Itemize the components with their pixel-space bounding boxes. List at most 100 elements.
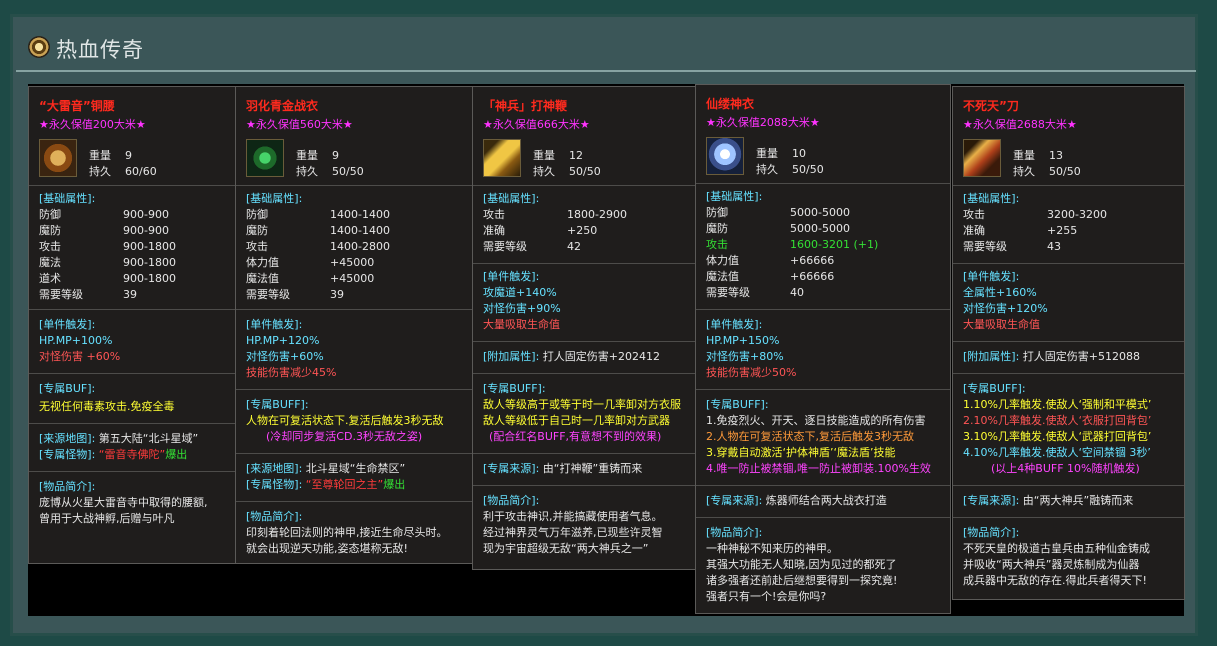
trigger-line: 对怪伤害 +60%: [39, 350, 121, 363]
exclusive-title: [专属BUF]:: [39, 382, 96, 395]
trigger-line: 对怪伤害+90%: [483, 302, 561, 315]
attr-name: 防御: [246, 208, 268, 221]
exclusive-line: 4.唯一防止被禁锢,唯一防止被卸装.100%生效: [706, 462, 931, 475]
item-card-3[interactable]: 「神兵」打神鞭 ★永久保值666大米★ 重量 12 持久 50/50 [基础属性…: [472, 86, 696, 570]
attr-name: 攻击: [39, 240, 61, 253]
weight-label: 重量: [1013, 149, 1035, 162]
item-card-4[interactable]: 仙缕神衣 ★永久保值2088大米★ 重量 10 持久 50/50 [基础属性]:…: [695, 84, 951, 614]
weight-value: 13: [1049, 149, 1063, 162]
attr-value: 900-1800: [123, 256, 176, 269]
intro-title: [物品简介]:: [483, 494, 540, 507]
attr-value: 43: [1047, 240, 1061, 253]
game-logo-icon: [28, 36, 50, 58]
exclusive-title: [专属BUFF]:: [963, 382, 1026, 395]
intro-line: 庞博从火星大雷音寺中取得的腰额,: [39, 496, 208, 509]
exclusive-title: [专属BUFF]:: [483, 382, 546, 395]
trigger-line: 技能伤害减少50%: [706, 366, 797, 379]
source-monster-label: [专属怪物]:: [39, 448, 96, 461]
intro-line: 诸多强者还前赴后继想要得到一探究竟!: [706, 574, 898, 587]
durability-value: 60/60: [125, 165, 157, 178]
weight-value: 9: [332, 149, 339, 162]
weight-value: 10: [792, 147, 806, 160]
trigger-line: 对怪伤害+120%: [963, 302, 1048, 315]
item-card-1[interactable]: “大雷音”铜腰 ★永久保值200大米★ 重量 9 持久 60/60 [基础属性]…: [28, 86, 238, 564]
intro-line: 其强大功能无人知晓,因为见过的都死了: [706, 558, 897, 571]
exclusive-line: 4.10%几率触发.使敌人‘空间禁锢 3秒’: [963, 446, 1151, 459]
intro-title: [物品简介]:: [39, 480, 96, 493]
exclusive-line: 敌人等级高于或等于时一几率卸对方衣服: [483, 398, 681, 411]
trigger-line: 大量吸取生命值: [963, 318, 1040, 331]
attr-value: 39: [330, 288, 344, 301]
attr-name: 防御: [39, 208, 61, 221]
durability-label: 持久: [533, 165, 555, 178]
weight-label: 重量: [533, 149, 555, 162]
durability-value: 50/50: [332, 165, 364, 178]
whip-icon: [483, 139, 521, 177]
trigger-line: 大量吸取生命值: [483, 318, 560, 331]
attr-name: 攻击: [963, 208, 985, 221]
source-map-label: [来源地图]:: [246, 462, 303, 475]
durability-label: 持久: [756, 163, 778, 176]
attr-name: 魔防: [246, 224, 268, 237]
item-worth: ★永久保值666大米★: [483, 118, 590, 131]
attr-name: 需要等级: [483, 240, 527, 253]
durability-value: 50/50: [569, 165, 601, 178]
attr-name: 准确: [963, 224, 985, 237]
intro-line: 曾用于大战神孵,后赠与叶凡: [39, 512, 175, 525]
trigger-line: HP.MP+120%: [246, 334, 320, 347]
attr-value: 42: [567, 240, 581, 253]
attr-name: 体力值: [246, 256, 279, 269]
attr-value: 1400-1400: [330, 224, 390, 237]
attr-value: 5000-5000: [790, 222, 850, 235]
base-title: [基础属性]:: [963, 192, 1020, 205]
attr-name: 攻击: [706, 238, 728, 251]
attr-value: +250: [567, 224, 598, 237]
attr-name: 体力值: [706, 254, 739, 267]
exclusive-line: (冷却同步复活CD.3秒无敌之姿): [266, 430, 423, 443]
attr-name: 准确: [483, 224, 505, 237]
attr-name: 魔防: [39, 224, 61, 237]
durability-value: 50/50: [1049, 165, 1081, 178]
extra-attr-label: [附加属性]:: [963, 350, 1020, 363]
trigger-line: 对怪伤害+60%: [246, 350, 324, 363]
attr-name: 魔法值: [706, 270, 739, 283]
attr-value: +255: [1047, 224, 1078, 237]
attr-name: 道术: [39, 272, 61, 285]
item-name: 「神兵」打神鞭: [483, 99, 568, 113]
attr-value: 3200-3200: [1047, 208, 1107, 221]
item-name: 不死天”刀: [963, 99, 1019, 113]
extra-attr-label: [附加属性]:: [483, 350, 540, 363]
exclusive-line: 3.10%几率触发.使敌人‘武器打回背包’: [963, 430, 1152, 443]
weight-value: 9: [125, 149, 132, 162]
base-title: [基础属性]:: [246, 192, 303, 205]
durability-label: 持久: [89, 165, 111, 178]
intro-line: 并吸收“两大神兵”器灵炼制成为仙器: [963, 558, 1140, 571]
intro-line: 经过神界灵气万年滋养,已现些许灵智: [483, 526, 663, 539]
trigger-line: 全属性+160%: [963, 286, 1037, 299]
item-card-2[interactable]: 羽化青金战衣 ★永久保值560大米★ 重量 9 持久 50/50 [基础属性]:…: [235, 86, 473, 564]
source-monster-tail: 爆出: [165, 448, 188, 461]
attr-value: 1800-2900: [567, 208, 627, 221]
exclusive-title: [专属BUFF]:: [246, 398, 309, 411]
intro-line: 现为宇宙超级无敌“两大神兵之一”: [483, 542, 649, 555]
source-monster-value: “至尊轮回之主”: [305, 478, 384, 491]
weight-label: 重量: [756, 147, 778, 160]
exclusive-line: 3.穿戴自动激活‘护体神盾’‘魔法盾’技能: [706, 446, 896, 459]
exclusive-line: (以上4种BUFF 10%随机触发): [991, 462, 1140, 475]
attr-name: 需要等级: [963, 240, 1007, 253]
attr-value: 5000-5000: [790, 206, 850, 219]
source-value: 由“打神鞭”重铸而来: [542, 462, 643, 475]
exclusive-title: [专属BUFF]:: [706, 398, 769, 411]
source-label: [专属来源]:: [706, 494, 763, 507]
attr-name: 魔法值: [246, 272, 279, 285]
durability-label: 持久: [296, 165, 318, 178]
source-label: [专属来源]:: [483, 462, 540, 475]
trigger-title: [单件触发]:: [39, 318, 96, 331]
attr-value: 900-1800: [123, 240, 176, 253]
weight-label: 重量: [296, 149, 318, 162]
base-title: [基础属性]:: [483, 192, 540, 205]
item-card-5[interactable]: 不死天”刀 ★永久保值2688大米★ 重量 13 持久 50/50 [基础属性]…: [952, 86, 1185, 600]
attr-value: +45000: [330, 272, 375, 285]
extra-attr-value: 打人固定伤害+512088: [1022, 350, 1141, 363]
attr-value: 39: [123, 288, 137, 301]
